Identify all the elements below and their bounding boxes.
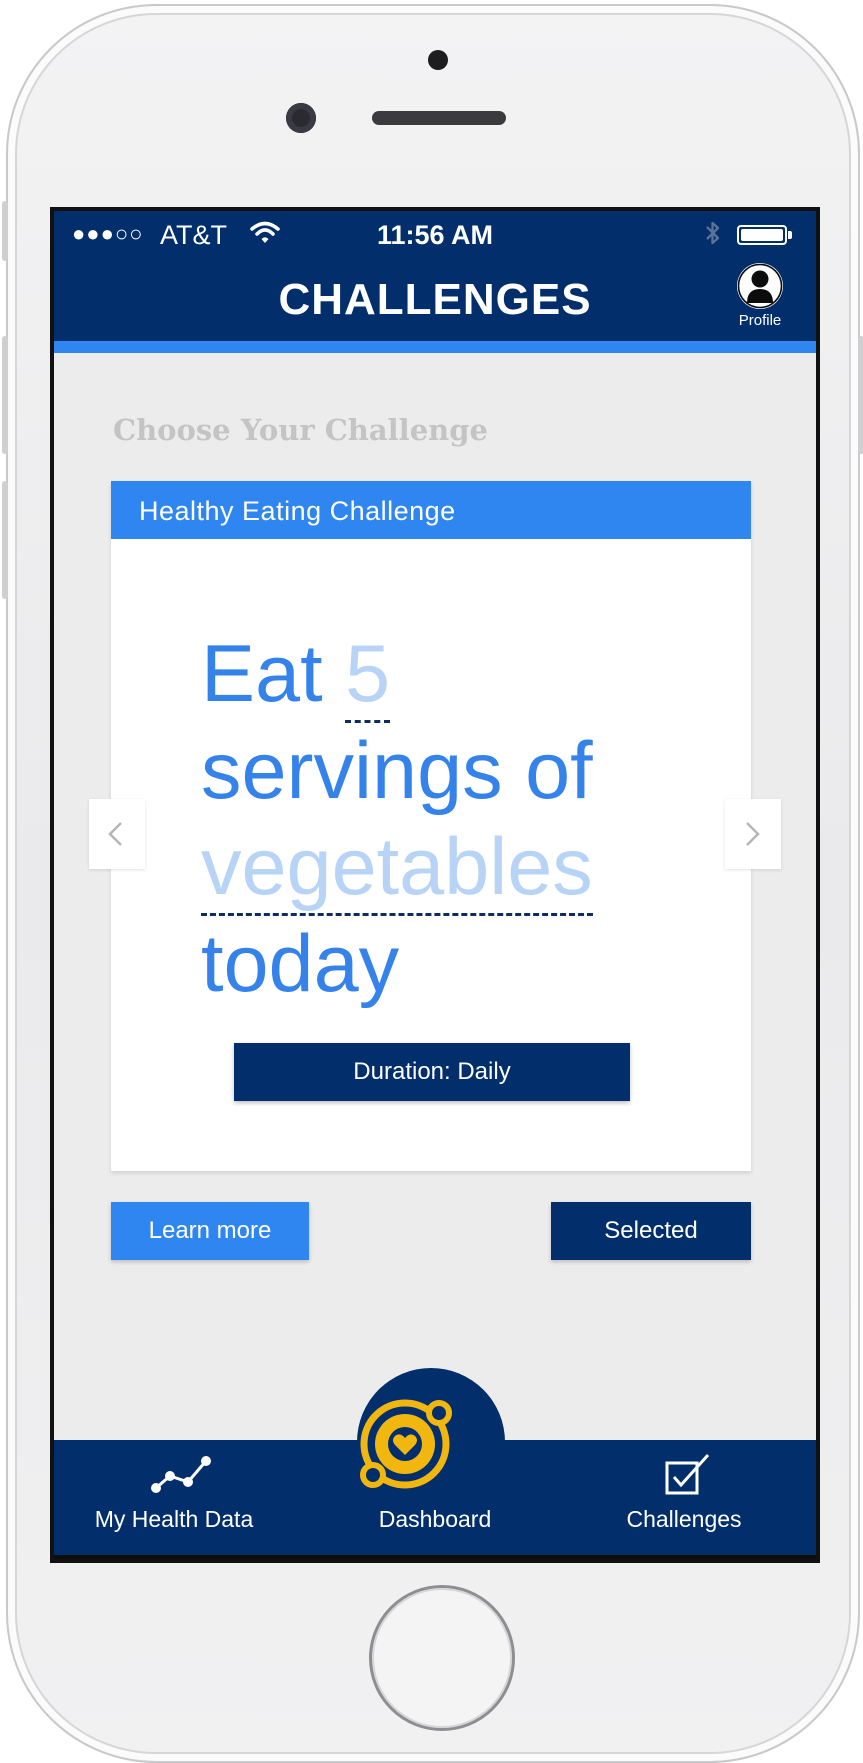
battery-tip — [788, 231, 792, 239]
tab-label-dashboard: Dashboard — [378, 1506, 492, 1532]
selected-button[interactable]: Selected — [551, 1202, 751, 1260]
goal-prefix: Eat — [201, 629, 323, 719]
profile-label: Profile — [738, 312, 782, 329]
side-button — [2, 201, 8, 261]
line-graph-icon — [150, 1452, 214, 1501]
earpiece-speaker — [372, 111, 506, 125]
goal-suffix: today — [201, 919, 400, 1009]
tab-dashboard[interactable]: Dashboard — [335, 1399, 535, 1555]
app-screen: ●●●○○ AT&T 11:56 AM CHALLENGES Profile C… — [50, 207, 820, 1563]
challenge-goal: Eat 5 servings of vegetables today — [201, 626, 593, 1012]
goal-item-selector[interactable]: vegetables — [201, 827, 593, 916]
heart-orbit-icon — [350, 1380, 460, 1505]
home-button[interactable] — [369, 1585, 515, 1731]
challenge-card-header: Healthy Eating Challenge — [111, 481, 751, 539]
tab-my-health-data[interactable]: My Health Data — [74, 1440, 274, 1555]
tab-label-challenges: Challenges — [626, 1506, 742, 1532]
profile-button[interactable]: Profile — [732, 263, 788, 329]
section-heading: Choose Your Challenge — [113, 413, 488, 447]
battery-icon — [737, 225, 787, 245]
learn-more-button[interactable]: Learn more — [111, 1202, 309, 1260]
power-button — [858, 336, 863, 454]
goal-middle: servings of — [201, 726, 593, 816]
volume-down-button — [2, 481, 8, 599]
tab-label-my-health-data: My Health Data — [94, 1506, 254, 1532]
goal-quantity-selector[interactable]: 5 — [345, 634, 391, 723]
volume-up-button — [2, 336, 8, 454]
next-challenge-button[interactable] — [725, 799, 781, 869]
page-title: CHALLENGES — [278, 275, 592, 324]
challenge-title: Healthy Eating Challenge — [139, 496, 456, 526]
profile-avatar-icon — [737, 263, 783, 309]
tab-challenges[interactable]: Challenges — [584, 1440, 784, 1555]
navigation-bar: CHALLENGES Profile — [54, 255, 816, 341]
screen-bottom-edge — [54, 1555, 816, 1559]
challenge-card: Healthy Eating Challenge Eat 5 servings … — [111, 481, 751, 1171]
duration-button[interactable]: Duration: Daily — [234, 1043, 630, 1101]
status-bar: ●●●○○ AT&T 11:56 AM — [54, 211, 816, 255]
header-accent-stripe — [54, 341, 816, 353]
front-camera — [286, 103, 316, 133]
status-time: 11:56 AM — [376, 220, 494, 250]
bluetooth-icon — [704, 219, 722, 252]
checkbox-icon — [664, 1452, 712, 1501]
goal-line-3: vegetables — [201, 819, 593, 916]
previous-challenge-button[interactable] — [89, 799, 145, 869]
proximity-sensor — [428, 50, 448, 70]
goal-line-1: Eat 5 — [201, 626, 593, 723]
